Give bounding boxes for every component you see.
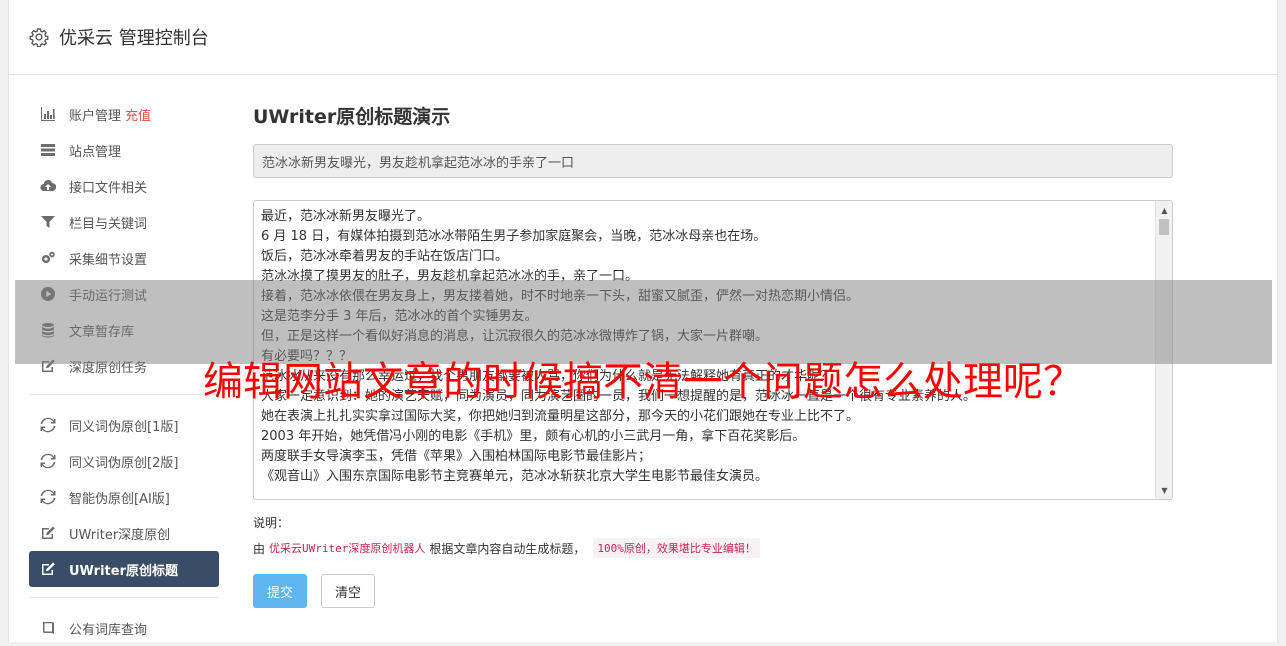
cloud-upload-icon: [39, 178, 57, 194]
submit-button[interactable]: 提交: [253, 574, 307, 608]
recharge-link[interactable]: 充值: [125, 105, 151, 124]
sidebar-item-interface-files[interactable]: 接口文件相关: [29, 168, 219, 204]
note-robot-name: 优采云UWriter深度原创机器人: [269, 542, 426, 555]
edit-icon: [39, 525, 57, 541]
top-bar: 优采云 管理控制台: [9, 0, 1277, 75]
sidebar-item-sites[interactable]: 站点管理: [29, 132, 219, 168]
book-icon: [39, 620, 57, 636]
page-title: UWriter原创标题演示: [253, 106, 451, 128]
sidebar-item-account[interactable]: 账户管理 充值: [29, 96, 219, 132]
article-line: 《观音山》入围东京国际电影节主竞赛单元，范冰冰斩获北京大学生电影节最佳女演员。: [261, 469, 769, 484]
note-prefix: 由: [253, 541, 266, 556]
generated-title-field[interactable]: 范冰冰新男友曝光，男友趁机拿起范冰冰的手亲了一口: [253, 144, 1173, 178]
sidebar-item-smart-ai[interactable]: 智能伪原创[AI版]: [29, 479, 219, 515]
sidebar-item-public-lexicon[interactable]: 公有词库查询: [29, 610, 219, 646]
note-badge: 100%原创，效果堪比专业编辑！: [593, 538, 760, 558]
sidebar-item-synonym-v2[interactable]: 同义词伪原创[2版]: [29, 443, 219, 479]
refresh-icon: [39, 489, 57, 505]
sidebar-item-label: 智能伪原创[AI版]: [69, 491, 170, 507]
refresh-icon: [39, 453, 57, 469]
clear-button[interactable]: 清空: [321, 574, 375, 608]
gear-icon: [29, 28, 49, 47]
note-label: 说明：: [253, 516, 290, 530]
cogs-icon: [39, 250, 57, 266]
sidebar-item-label: 采集细节设置: [69, 252, 148, 268]
sidebar-item-label: 栏目与关键词: [69, 216, 148, 232]
watermark-band: [15, 280, 1272, 364]
sidebar-item-label: 接口文件相关: [69, 180, 148, 196]
article-line: 她在表演上扎扎实实拿过国际大奖，你把她归到流量明星这部分，那今天的小花们跟她在专…: [261, 409, 860, 424]
article-line: 饭后，范冰冰牵着男友的手站在饭店门口。: [261, 249, 509, 264]
sidebar-divider: [29, 597, 219, 598]
scroll-thumb[interactable]: [1159, 219, 1169, 235]
sidebar-item-label: UWriter原创标题: [69, 563, 178, 579]
sidebar-item-label: 账户管理: [69, 108, 122, 124]
watermark-headline: 编辑网站文章的时候搞不清一个问题怎么处理呢？: [203, 359, 1083, 405]
article-line: 2003 年开始，她凭借冯小刚的电影《手机》里，颇有心机的小三武月一角，拿下百花…: [261, 429, 806, 444]
sidebar-item-uwriter-title[interactable]: UWriter原创标题: [29, 551, 219, 587]
sidebar-item-label: 同义词伪原创[2版]: [69, 455, 179, 471]
action-buttons: 提交 清空: [253, 574, 1173, 608]
note-middle: 根据文章内容自动生成标题，: [429, 541, 586, 556]
sidebar-item-collect-settings[interactable]: 采集细节设置: [29, 240, 219, 276]
bar-chart-icon: [39, 106, 57, 122]
sidebar-item-label: 同义词伪原创[1版]: [69, 419, 179, 435]
article-line: 最近，范冰冰新男友曝光了。: [261, 209, 431, 224]
filter-icon: [39, 214, 57, 230]
sidebar-item-label: 站点管理: [69, 144, 122, 160]
note-description: 由 优采云UWriter深度原创机器人 根据文章内容自动生成标题， 100%原创…: [253, 538, 1173, 558]
article-line: 两度联手女导演李玉，凭借《苹果》入围柏林国际电影节最佳影片；: [261, 449, 652, 464]
sidebar-item-synonym-v1[interactable]: 同义词伪原创[1版]: [29, 407, 219, 443]
edit-icon: [39, 561, 57, 577]
sidebar-item-uwriter-deep[interactable]: UWriter深度原创: [29, 515, 219, 551]
scroll-down-arrow-icon[interactable]: ▼: [1156, 483, 1172, 497]
sidebar-item-label: 公有词库查询: [69, 622, 148, 638]
scroll-up-arrow-icon[interactable]: ▲: [1156, 203, 1172, 217]
app-title: 优采云 管理控制台: [59, 28, 209, 49]
server-icon: [39, 142, 57, 158]
sidebar-item-columns-keywords[interactable]: 栏目与关键词: [29, 204, 219, 240]
sidebar-item-label: UWriter深度原创: [69, 527, 171, 543]
article-line: 6 月 18 日，有媒体拍摄到范冰冰带陌生男子参加家庭聚会，当晚，范冰冰母亲也在…: [261, 229, 767, 244]
refresh-icon: [39, 417, 57, 433]
